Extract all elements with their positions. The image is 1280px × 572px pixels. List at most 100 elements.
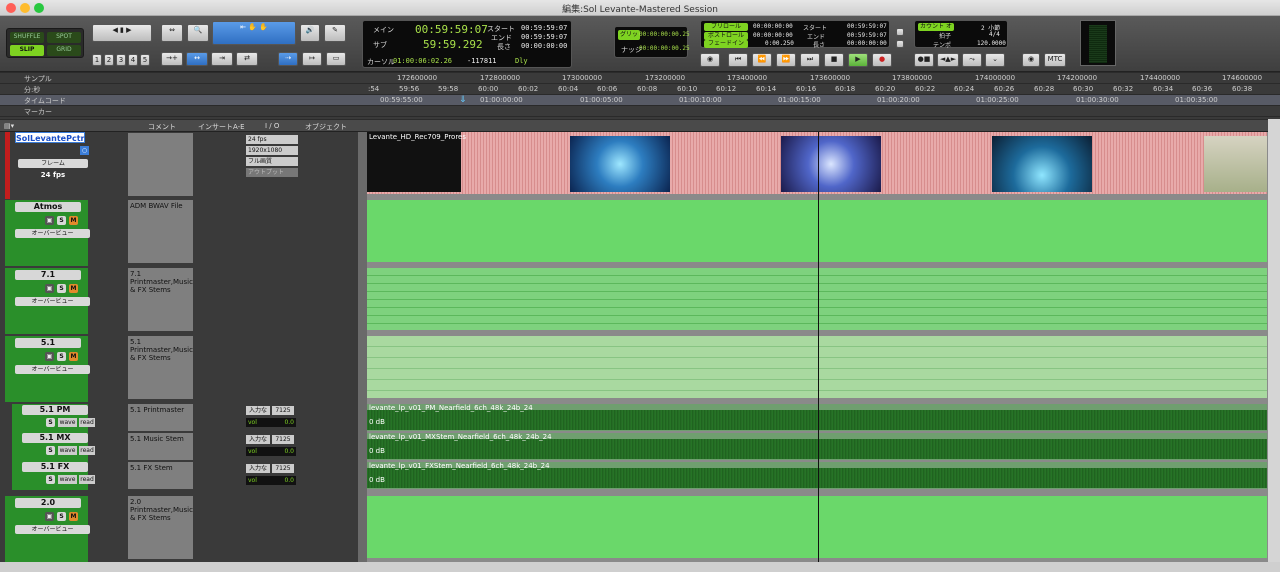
zoom-preset-2[interactable]: 2 xyxy=(104,54,114,66)
preroll-value[interactable]: 00:00:00:00 xyxy=(753,23,793,30)
atmos-track-name[interactable]: Atmos xyxy=(15,202,81,212)
conductor-icon[interactable]: ⌄ xyxy=(985,53,1005,67)
link-timeline-icon[interactable]: →+ xyxy=(161,52,183,66)
go-to-end-icon[interactable]: ⏭ xyxy=(800,53,820,67)
midi-merge-icon[interactable]: ⤳ xyxy=(962,53,982,67)
two-zero-overview-dropdown[interactable]: オーバービュー xyxy=(15,525,90,534)
video-io-rate[interactable]: 24 fps xyxy=(246,135,298,144)
grid-value[interactable]: 00:00:00:00.25 xyxy=(639,31,690,38)
track-list-menu-icon[interactable]: ▤▾ xyxy=(4,122,14,130)
sync-online-icon[interactable]: ◉ xyxy=(1022,53,1040,67)
zoomer-tool-icon[interactable]: ⇔ xyxy=(161,24,183,42)
two-zero-comment[interactable]: 2.0 Printmaster,Music & FX Stems xyxy=(128,496,193,559)
mx-automation-mode[interactable]: read xyxy=(79,446,95,455)
five-one-track-name[interactable]: 5.1 xyxy=(15,338,81,348)
video-track-name[interactable]: SolLevantePctr xyxy=(15,132,85,143)
video-online-icon[interactable]: ○ xyxy=(80,146,89,155)
fx-input-selector[interactable]: 入力な xyxy=(246,464,270,473)
video-comment[interactable] xyxy=(128,133,193,196)
meter-value[interactable]: 4/4 xyxy=(989,31,1000,38)
zoom-controls[interactable]: ◀ ▮ ▶ xyxy=(92,24,152,42)
pm-track-name[interactable]: 5.1 PM xyxy=(22,405,88,415)
return-to-zero-icon[interactable]: ⏮ xyxy=(728,53,748,67)
metronome-icon[interactable]: ◄▲► xyxy=(937,53,959,67)
atmos-input-monitor-icon[interactable]: ▣ xyxy=(45,216,54,225)
counter-toggle-up-icon[interactable] xyxy=(896,28,904,36)
fx-comment[interactable]: 5.1 FX Stem xyxy=(128,462,193,489)
edit-splitter[interactable] xyxy=(358,132,367,562)
video-io-output[interactable]: アウトプット xyxy=(246,168,298,177)
pm-solo-button[interactable]: S xyxy=(46,418,55,427)
two-zero-solo-button[interactable]: S xyxy=(57,512,66,521)
fade-in-button[interactable]: フェードイン xyxy=(704,40,748,48)
fx-solo-button[interactable]: S xyxy=(46,475,55,484)
spot-mode-button[interactable]: SPOT xyxy=(47,32,81,43)
zoom-preset-4[interactable]: 4 xyxy=(128,54,138,66)
five-one-mute-button[interactable]: M xyxy=(69,352,78,361)
seven-one-input-monitor-icon[interactable]: ▣ xyxy=(45,284,54,293)
start-value[interactable]: 00:59:59:07 xyxy=(521,24,567,32)
transport-start-value[interactable]: 00:59:59:07 xyxy=(847,23,887,30)
seven-one-track-name[interactable]: 7.1 xyxy=(15,270,81,280)
online-icon[interactable]: ◉ xyxy=(700,53,720,67)
slip-mode-button[interactable]: SLIP xyxy=(10,45,44,56)
play-icon[interactable]: ▶ xyxy=(848,53,868,67)
atmos-comment[interactable]: ADM BWAV File xyxy=(128,200,193,263)
fast-forward-icon[interactable]: ⏩ xyxy=(776,53,796,67)
pm-comment[interactable]: 5.1 Printmaster xyxy=(128,404,193,431)
mx-clip-lane[interactable]: levante_lp_v01_MXStem_Nearfield_6ch_48k_… xyxy=(367,433,1267,460)
video-clip-lane[interactable]: Levante_HD_Rec709_Prores xyxy=(367,132,1267,194)
link-track-icon[interactable]: ↔ xyxy=(186,52,208,66)
samples-ruler[interactable]: サンプル 172600000 172800000 173000000 17320… xyxy=(0,73,1280,84)
five-one-overview-dropdown[interactable]: オーバービュー xyxy=(15,365,90,374)
five-one-solo-button[interactable]: S xyxy=(57,352,66,361)
record-icon[interactable]: ● xyxy=(872,53,892,67)
mx-solo-button[interactable]: S xyxy=(46,446,55,455)
fx-track-name[interactable]: 5.1 FX xyxy=(22,462,88,472)
mx-view-selector[interactable]: wave xyxy=(58,446,77,455)
five-one-comment[interactable]: 5.1 Printmaster,Music & FX Stems xyxy=(128,336,193,399)
magnify-tool-icon[interactable]: 🔍 xyxy=(187,24,209,42)
insertion-follows-playback-icon[interactable]: ⇢ xyxy=(278,52,298,66)
five-one-clip-lane[interactable] xyxy=(367,336,1267,398)
seven-one-solo-button[interactable]: S xyxy=(57,284,66,293)
count-off-button[interactable]: カウント オフ xyxy=(918,23,954,38)
pm-input-selector[interactable]: 入力な xyxy=(246,406,270,415)
fade-value[interactable]: 0:00.250 xyxy=(765,40,794,47)
length-value[interactable]: 00:00:00:00 xyxy=(521,42,567,50)
timecode-ruler[interactable]: タイムコード 00:59:55:00 01:00:00:00 01:00:05:… xyxy=(0,95,1280,106)
zoom-preset-1[interactable]: 1 xyxy=(92,54,102,66)
horizontal-scrollbar[interactable] xyxy=(0,562,1280,572)
minsec-ruler[interactable]: 分:秒 :54 59:56 59:58 60:00 60:02 60:04 60… xyxy=(0,84,1280,95)
pm-view-selector[interactable]: wave xyxy=(58,418,77,427)
grid-mode-button[interactable]: GRID xyxy=(47,45,81,56)
video-io-resolution[interactable]: 1920x1080 xyxy=(246,146,298,155)
tab-to-transient-icon[interactable]: ⇥ xyxy=(211,52,233,66)
delay-label[interactable]: Dly xyxy=(515,57,528,65)
pm-output-selector[interactable]: 7125 xyxy=(272,406,294,415)
video-io-quality[interactable]: フル画質 xyxy=(246,157,298,166)
playhead-marker-icon[interactable]: ⇓ xyxy=(459,95,467,105)
zoom-preset-3[interactable]: 3 xyxy=(116,54,126,66)
fx-clip-lane[interactable]: levante_lp_v01_FXStem_Nearfield_6ch_48k_… xyxy=(367,462,1267,489)
sub-counter-value[interactable]: 59:59.292 xyxy=(423,38,483,51)
fx-view-selector[interactable]: wave xyxy=(58,475,77,484)
smart-tool-group[interactable]: ⇤ ✋ ✋ xyxy=(212,21,296,45)
nudge-value[interactable]: 00:00:00:00.25 xyxy=(639,45,690,52)
pm-volume-field[interactable]: vol 0.0 xyxy=(246,418,296,427)
scroll-options-icon[interactable]: ↦ xyxy=(302,52,322,66)
pencil-tool-icon[interactable]: ✎ xyxy=(324,24,346,42)
transport-length-value[interactable]: 00:00:00:00 xyxy=(847,40,887,47)
two-zero-clip-lane[interactable] xyxy=(367,496,1267,558)
rewind-icon[interactable]: ⏪ xyxy=(752,53,772,67)
seven-one-comment[interactable]: 7.1 Printmaster,Music & FX Stems xyxy=(128,268,193,331)
atmos-clip-lane[interactable] xyxy=(367,200,1267,262)
video-frame-dropdown[interactable]: フレーム xyxy=(18,159,88,168)
mtc-button[interactable]: MTC xyxy=(1044,53,1066,67)
atmos-overview-dropdown[interactable]: オーバービュー xyxy=(15,229,90,238)
main-counter-value[interactable]: 00:59:59:07 xyxy=(415,23,488,36)
seven-one-overview-dropdown[interactable]: オーバービュー xyxy=(15,297,90,306)
window-config-icon[interactable]: ▭ xyxy=(326,52,346,66)
transport-end-value[interactable]: 00:59:59:07 xyxy=(847,32,887,39)
seven-one-mute-button[interactable]: M xyxy=(69,284,78,293)
